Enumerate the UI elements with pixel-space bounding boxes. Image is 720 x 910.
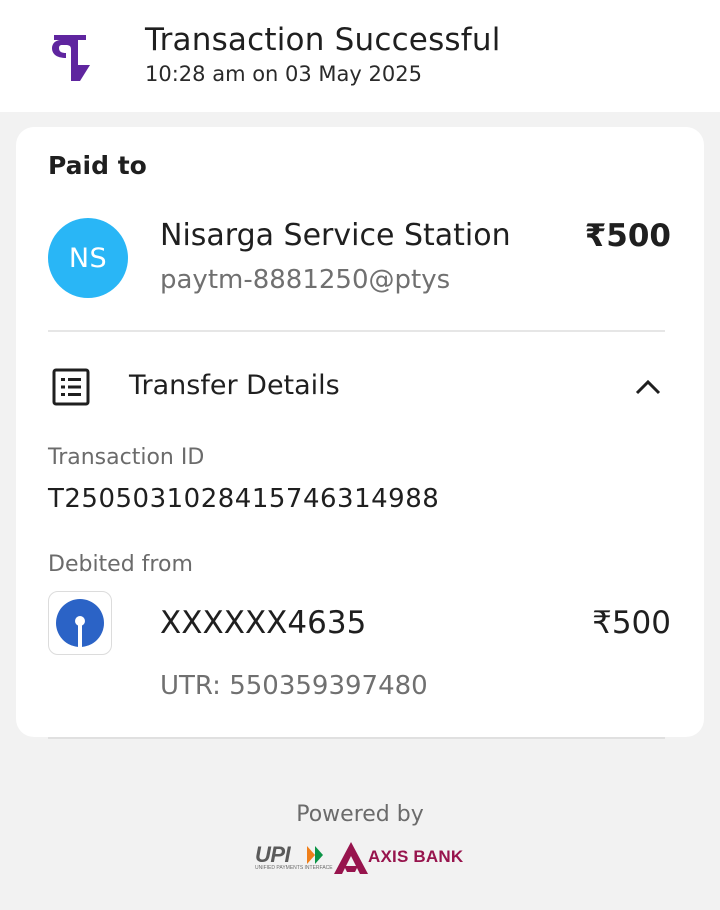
transfer-details-toggle[interactable]: Transfer Details — [48, 362, 673, 412]
divider — [48, 330, 665, 332]
phonepe-logo-icon — [52, 35, 90, 81]
paid-to-label: Paid to — [48, 151, 147, 180]
list-details-icon — [52, 368, 90, 406]
transaction-card: Paid to NS Nisarga Service Station paytm… — [16, 127, 704, 737]
axis-bank-mark-icon — [334, 842, 368, 874]
transaction-timestamp: 10:28 am on 03 May 2025 — [145, 62, 422, 86]
partner-logos: UPI UNIFIED PAYMENTS INTERFACE AXIS BANK — [253, 840, 468, 876]
transfer-details-label: Transfer Details — [129, 370, 340, 401]
powered-by-label: Powered by — [296, 802, 424, 827]
transaction-id-value: T2505031028415746314988 — [48, 484, 440, 514]
axis-bank-text: AXIS BANK — [368, 847, 464, 866]
account-number: XXXXXX4635 — [160, 605, 367, 641]
app-header: Transaction Successful 10:28 am on 03 Ma… — [0, 0, 720, 112]
payee-amount: ₹500 — [584, 218, 671, 254]
debited-from-label: Debited from — [48, 552, 193, 577]
payee-name: Nisarga Service Station — [160, 218, 511, 253]
payee-upi-id: paytm-8881250@ptys — [160, 265, 451, 295]
sbi-logo-icon — [56, 599, 104, 647]
payee-avatar: NS — [48, 218, 128, 298]
transaction-id-label: Transaction ID — [48, 445, 205, 470]
bank-logo — [48, 591, 112, 655]
debited-amount: ₹500 — [592, 605, 671, 641]
upi-tagline: UNIFIED PAYMENTS INTERFACE — [255, 865, 333, 871]
axis-bank-logo: AXIS BANK — [334, 840, 464, 876]
upi-logo: UPI UNIFIED PAYMENTS INTERFACE — [253, 842, 333, 872]
chevron-up-icon[interactable] — [633, 374, 663, 398]
page-title: Transaction Successful — [145, 22, 501, 58]
utr-number: UTR: 550359397480 — [160, 671, 428, 701]
divider — [48, 737, 665, 739]
upi-arrows-icon — [307, 846, 323, 864]
